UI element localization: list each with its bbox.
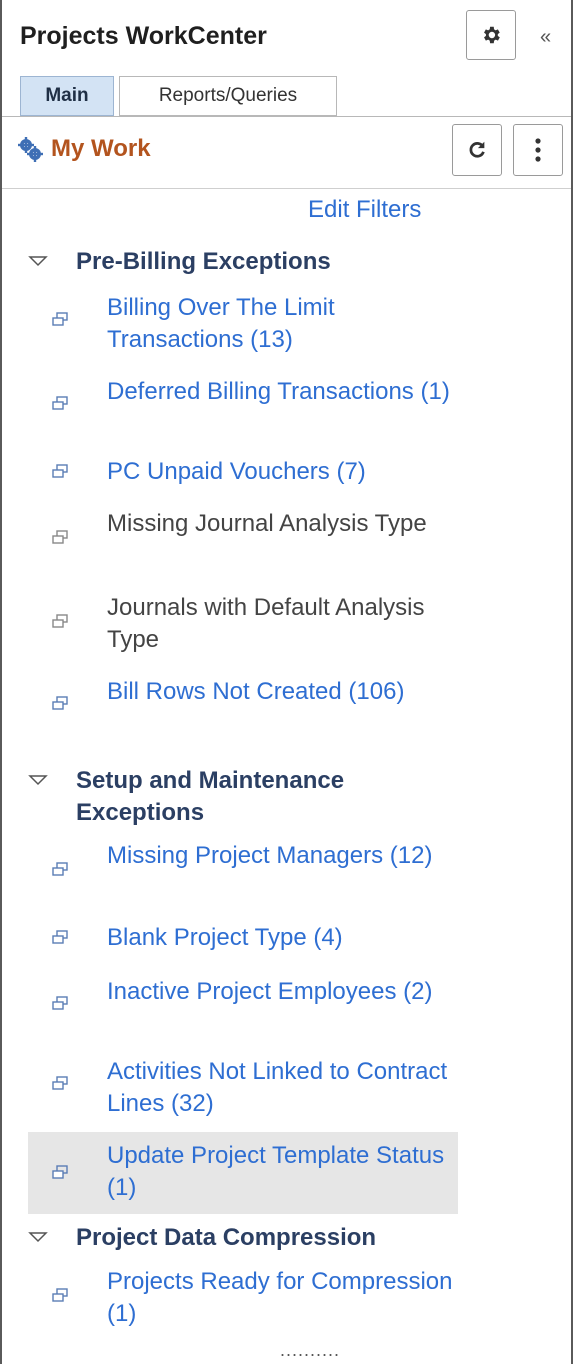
tab-reports-queries[interactable]: Reports/Queries [119,76,337,116]
related-content-icon [52,614,68,628]
related-content-icon [52,1288,68,1302]
item-label[interactable]: Projects Ready for Compression (1) [107,1266,457,1330]
settings-button[interactable] [466,10,516,60]
item-label[interactable]: Billing Over The Limit Transactions (13) [107,292,457,356]
collapse-triangle-icon[interactable] [28,1226,48,1246]
gears-icon [18,137,43,162]
related-content-icon [52,1076,68,1090]
related-content-icon [52,1165,68,1179]
related-content-icon [52,312,68,326]
section-title: Pre-Billing Exceptions [76,248,331,275]
item-label[interactable]: Blank Project Type (4) [107,922,457,954]
related-content-icon [52,396,68,410]
section-title: Project Data Compression [76,1224,377,1251]
pagelet-title-text: My Work [51,135,151,162]
item-label[interactable]: Deferred Billing Transactions (1) [107,376,457,408]
more-indicator: .......... [280,1340,341,1360]
header-divider [2,188,571,189]
item-label[interactable]: Missing Project Managers (12) [107,840,457,872]
item-label[interactable]: Update Project Template Status (1) [107,1140,457,1204]
item-label: Missing Journal Analysis Type [107,510,427,537]
section-title: Setup and Maintenance Exceptions [76,767,345,826]
tab-main[interactable]: Main [20,76,114,116]
related-content-icon [52,862,68,876]
item-label[interactable]: Bill Rows Not Created (106) [107,676,457,708]
item-label[interactable]: Inactive Project Employees (2) [107,976,457,1008]
related-content-icon [52,996,68,1010]
page-title: Projects WorkCenter [20,22,267,50]
item-label[interactable]: Activities Not Linked to Contract Lines … [107,1056,457,1120]
section-pre-billing-exceptions[interactable]: Pre-Billing Exceptions [28,246,458,278]
edit-filters-link[interactable]: Edit Filters [308,196,421,224]
workcenter-panel: Projects WorkCenter « Main Reports/Queri… [0,0,573,1364]
vertical-ellipsis-icon [535,138,541,162]
list-item-highlighted[interactable]: Update Project Template Status (1) [28,1132,458,1214]
pagelet-title[interactable]: My Work [17,135,151,163]
refresh-icon [469,141,485,158]
related-content-icon [52,464,68,478]
collapse-triangle-icon[interactable] [28,769,48,789]
tab-divider [2,116,571,117]
more-options-button[interactable] [513,124,563,176]
related-content-icon [52,696,68,710]
gear-icon [484,26,500,44]
related-content-icon [52,930,68,944]
collapse-panel-button[interactable]: « [540,26,551,49]
item-label[interactable]: PC Unpaid Vouchers (7) [107,456,457,488]
section-setup-maintenance-exceptions[interactable]: Setup and Maintenance Exceptions [28,765,458,829]
collapse-triangle-icon[interactable] [28,250,48,270]
section-project-data-compression[interactable]: Project Data Compression [28,1222,458,1254]
related-content-icon [52,530,68,544]
item-label: Journals with Default Analysis Type [107,594,425,653]
refresh-button[interactable] [452,124,502,176]
